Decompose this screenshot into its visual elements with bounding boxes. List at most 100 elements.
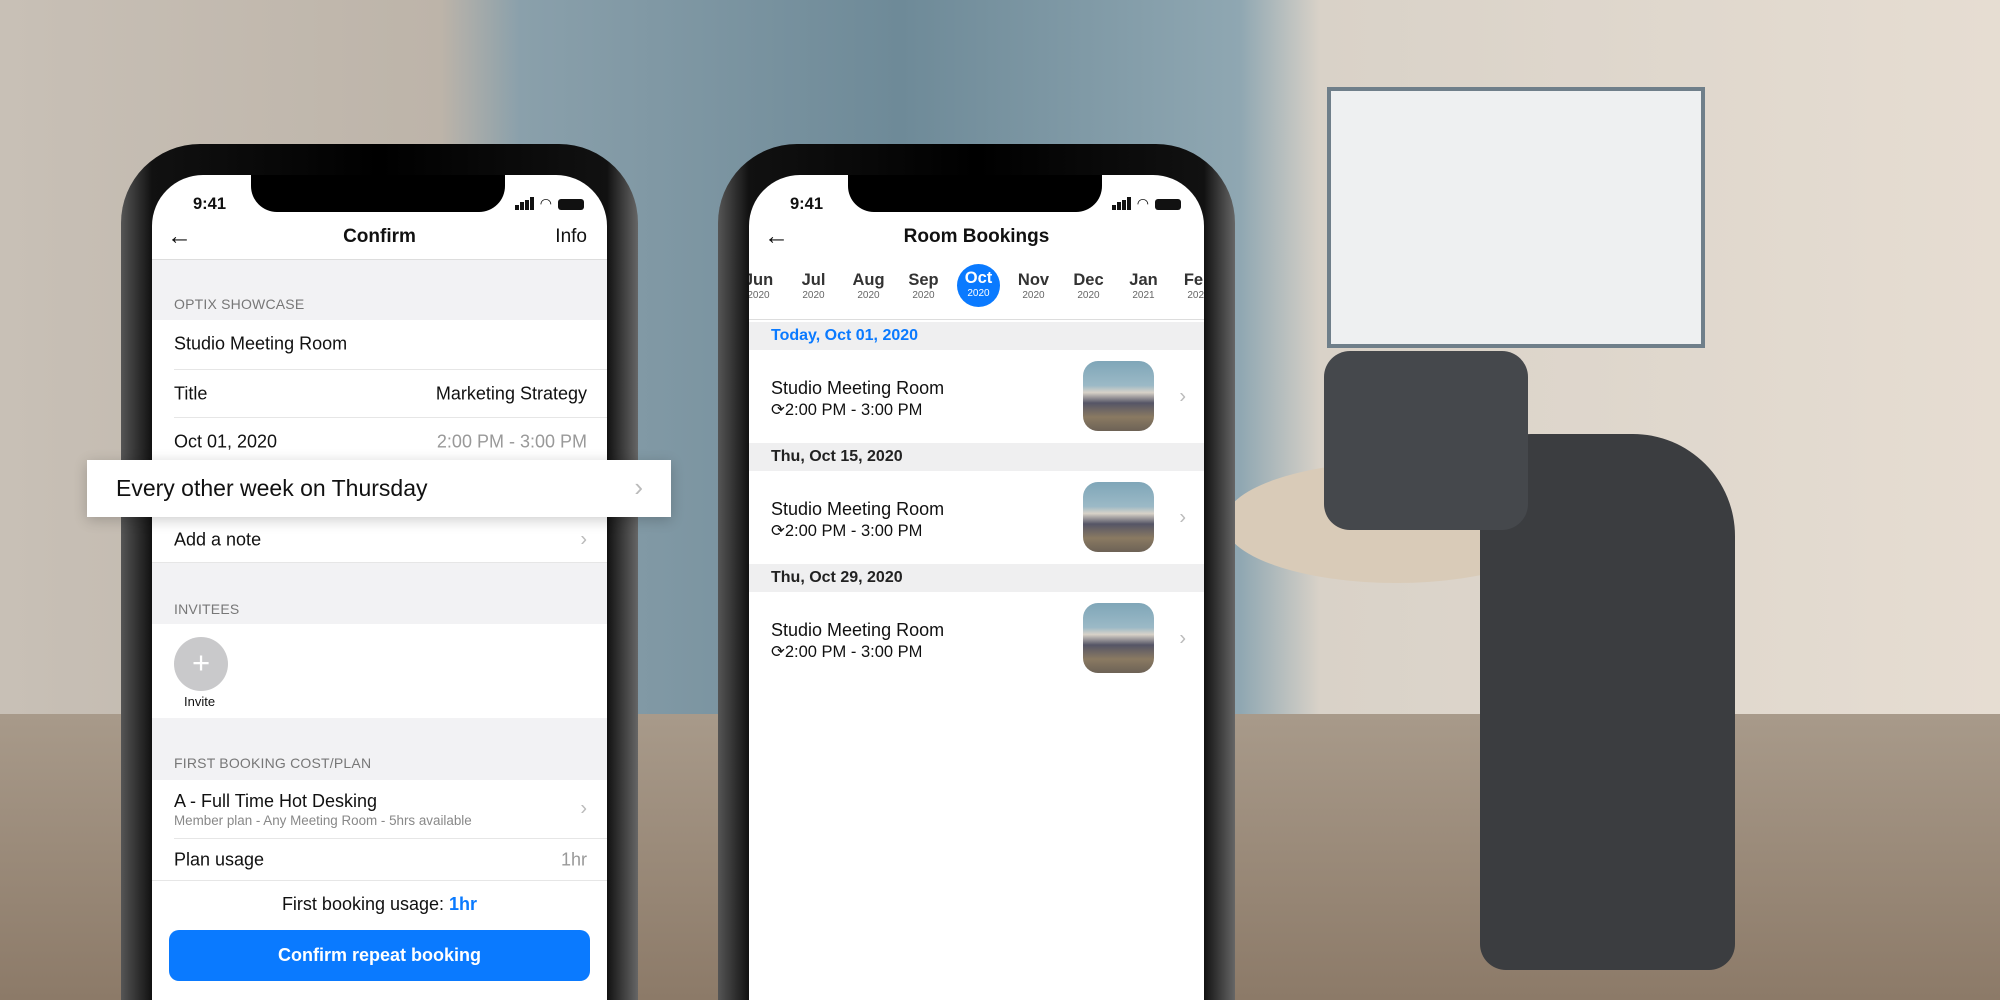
month-label: Oct (964, 269, 993, 287)
year-label: 2020 (967, 288, 990, 299)
month-feb[interactable]: Feb2021 (1173, 262, 1204, 301)
section-header-plan: FIRST BOOKING COST/PLAN (174, 755, 372, 771)
month-label: Jun (749, 271, 774, 289)
month-jun[interactable]: Jun2020 (749, 262, 784, 301)
time-range: 2:00 PM - 3:00 PM (784, 522, 923, 540)
room-name: Studio Meeting Room (174, 333, 348, 354)
confirm-screen: 9:41 ◠ ← Confirm Info OPTIX SHOWCASE Stu… (152, 175, 607, 1000)
add-note-row[interactable]: Add a note › (152, 518, 607, 563)
month-sep[interactable]: Sep 2020 (898, 262, 949, 301)
phone-confirm: 9:41 ◠ ← Confirm Info OPTIX SHOWCASE Stu… (121, 144, 638, 1000)
first-usage-label: First booking usage: (281, 894, 445, 914)
booking-room: Studio Meeting Room (771, 499, 945, 519)
wifi-icon: ◠ (539, 195, 552, 211)
plan-usage-label: Plan usage (174, 849, 265, 870)
month-label: Sep (908, 271, 939, 289)
time-range: 2:00 PM - 3:00 PM (784, 401, 923, 419)
room-thumbnail (1083, 482, 1154, 552)
room-row: Studio Meeting Room (152, 320, 607, 368)
status-icons: ◠ (514, 195, 584, 211)
title-row[interactable]: Title Marketing Strategy (152, 370, 607, 417)
date-group-header: Today, Oct 01, 2020 (749, 322, 1204, 350)
booking-room: Studio Meeting Room (771, 378, 945, 398)
whiteboard (1327, 87, 1705, 348)
chevron-right-icon: › (1179, 506, 1186, 528)
chevron-right-icon: › (1179, 385, 1186, 407)
repeat-icon: ⟳ (771, 401, 785, 419)
year-label: 2020 (857, 290, 880, 301)
booking-item[interactable]: Studio Meeting Room ⟳2:00 PM - 3:00 PM › (749, 592, 1204, 685)
divider (174, 838, 607, 839)
month-label: Dec (1073, 271, 1104, 289)
title-value: Marketing Strategy (435, 383, 587, 403)
month-label: Jan (1129, 271, 1158, 289)
note-label: Add a note (174, 529, 262, 550)
month-jul[interactable]: Jul 2020 (788, 262, 839, 301)
year-label: 2020 (802, 290, 825, 301)
invite-button[interactable]: + (174, 637, 228, 691)
section-header-invitees: INVITEES (174, 601, 240, 617)
date-row[interactable]: Oct 01, 2020 2:00 PM - 3:00 PM (152, 419, 607, 464)
date-value: Oct 01, 2020 (174, 431, 278, 451)
year-label: 2021 (1132, 290, 1155, 301)
month-dec[interactable]: Dec 2020 (1063, 262, 1114, 301)
room-thumbnail (1083, 603, 1154, 673)
plan-row[interactable]: A - Full Time Hot Desking Member plan - … (152, 780, 607, 838)
year-label: 2020 (912, 290, 935, 301)
nav-bar: ← Confirm Info (152, 217, 607, 260)
battery-icon (558, 199, 584, 210)
chevron-right-icon: › (580, 797, 587, 820)
confirm-repeat-booking-button[interactable]: Confirm repeat booking (169, 930, 590, 981)
year-label: 2020 (1022, 290, 1045, 301)
recurrence-row[interactable]: Every other week on Thursday › (87, 460, 671, 517)
date-group-header: Thu, Oct 15, 2020 (749, 443, 1204, 471)
month-strip: Jun2020Jul2020Aug2020Sep2020Oct2020Nov20… (749, 175, 1204, 320)
room-thumbnail (1083, 361, 1154, 431)
invite-label: Invite (184, 694, 216, 709)
booking-time: ⟳2:00 PM - 3:00 PM (771, 642, 922, 662)
repeat-icon: ⟳ (771, 643, 785, 661)
chevron-right-icon: › (1179, 627, 1186, 649)
phone-bookings: 9:41 ◠ ← Room Bookings Jun2020Jul2020Aug… (718, 144, 1235, 1000)
recurrence-label: Every other week on Thursday (116, 475, 428, 501)
month-label: Nov (1017, 271, 1050, 289)
month-nov[interactable]: Nov 2020 (1008, 262, 1059, 301)
chevron-right-icon: › (634, 472, 643, 502)
booking-time: ⟳2:00 PM - 3:00 PM (771, 521, 922, 541)
chair-back (1324, 351, 1528, 530)
month-oct[interactable]: Oct 2020 (957, 264, 1000, 307)
invitees-row: + Invite (152, 624, 607, 718)
notch (251, 175, 505, 212)
first-usage-value: 1hr (449, 894, 478, 914)
hero-canvas: 9:41 ◠ ← Confirm Info OPTIX SHOWCASE Stu… (0, 0, 2000, 1000)
divider (174, 417, 607, 418)
year-label: 2020 (1077, 290, 1100, 301)
time-range: 2:00 PM - 3:00 PM (436, 431, 587, 451)
bookings-screen: 9:41 ◠ ← Room Bookings Jun2020Jul2020Aug… (749, 175, 1204, 1000)
title-label: Title (174, 383, 208, 403)
month-jan[interactable]: Jan 2021 (1118, 262, 1169, 301)
year-label: 2020 (749, 290, 770, 301)
signal-icon (514, 197, 534, 210)
section-bg: INVITEES (152, 563, 607, 624)
plan-usage-value: 1hr (560, 849, 587, 870)
first-booking-usage: First booking usage: 1hr (152, 894, 607, 915)
time-range: 2:00 PM - 3:00 PM (784, 643, 923, 661)
plan-name: A - Full Time Hot Desking (174, 791, 378, 811)
booking-room: Studio Meeting Room (771, 620, 945, 640)
plan-description: Member plan - Any Meeting Room - 5hrs av… (174, 813, 472, 828)
booking-item[interactable]: Studio Meeting Room ⟳2:00 PM - 3:00 PM › (749, 471, 1204, 564)
booking-time: ⟳2:00 PM - 3:00 PM (771, 400, 922, 420)
date-group-header: Thu, Oct 29, 2020 (749, 564, 1204, 592)
plus-icon: + (191, 645, 211, 680)
month-label: Aug (852, 271, 885, 289)
month-aug[interactable]: Aug 2020 (843, 262, 894, 301)
month-label: Feb (1183, 271, 1204, 289)
page-title: Confirm (343, 226, 416, 247)
status-time: 9:41 (193, 195, 227, 213)
plan-usage-row: Plan usage 1hr (152, 840, 607, 881)
booking-item[interactable]: Studio Meeting Room ⟳2:00 PM - 3:00 PM › (749, 350, 1204, 443)
info-button[interactable]: Info (555, 226, 587, 248)
month-label: Jul (801, 271, 826, 289)
chevron-right-icon: › (580, 528, 587, 551)
